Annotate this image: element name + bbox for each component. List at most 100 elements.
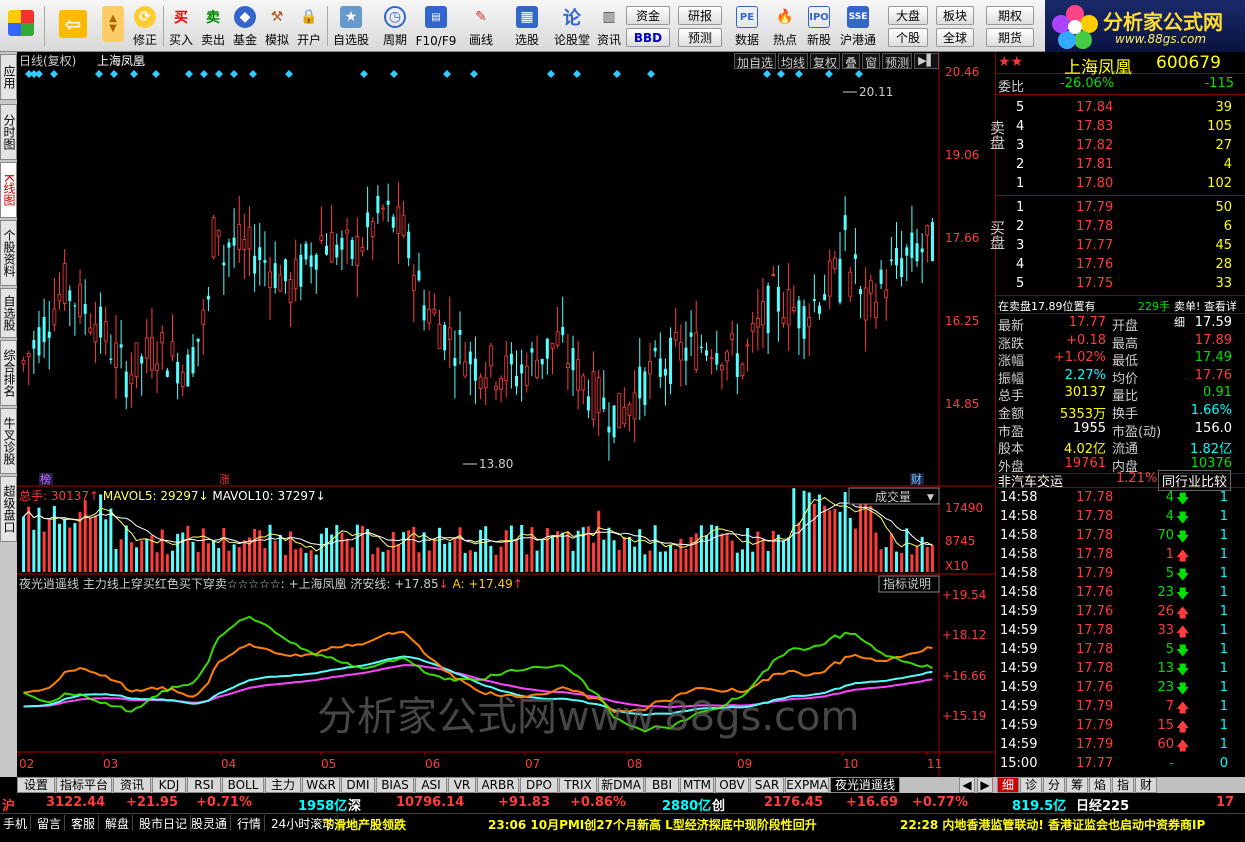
kline-chart-svg[interactable]: 分析家公式网www.88gs.com 日线(复权) 上海凤凰 20.46 19.…: [17, 52, 995, 777]
status-button[interactable]: 手机: [0, 815, 32, 831]
ma-button[interactable]: 均线: [778, 53, 809, 70]
status-button[interactable]: 股市日记: [136, 815, 192, 831]
indicator-tab[interactable]: 新DMA: [598, 777, 644, 793]
indicator-tab[interactable]: BBI: [645, 777, 679, 793]
indicator-tab[interactable]: RSI: [187, 777, 221, 793]
big-order-notice[interactable]: 在卖盘17.89位置有 229手 卖单! 查看详细: [996, 296, 1245, 329]
simulate-button[interactable]: ⚒ 模拟: [260, 2, 294, 50]
market-button[interactable]: 大盘: [888, 6, 928, 25]
bbd-button[interactable]: BBD: [626, 28, 670, 47]
f10-button[interactable]: ▤ F10/F9: [416, 2, 456, 50]
windows-logo-button[interactable]: [4, 2, 38, 50]
sector-name[interactable]: 非汽车交运: [998, 471, 1063, 490]
compare-button[interactable]: 同行业比较: [1158, 470, 1232, 491]
cy-value[interactable]: 2176.45: [764, 795, 823, 810]
sell-level-row[interactable]: 1 17.80 102: [996, 176, 1245, 195]
indicator-tab[interactable]: W&R: [302, 777, 340, 793]
sector-button[interactable]: 板块: [936, 6, 974, 25]
tab-apps[interactable]: 应用: [0, 54, 17, 100]
sell-button[interactable]: 卖 卖出: [196, 2, 230, 50]
hot-button[interactable]: 🔥 热点: [768, 2, 802, 50]
nikkei-value[interactable]: 17: [1216, 795, 1234, 810]
tab-intraday[interactable]: 分时图: [0, 104, 17, 160]
capital-button[interactable]: 资金: [626, 6, 670, 25]
quote-mini-tab[interactable]: 诊: [1020, 777, 1042, 793]
sz-value[interactable]: 10796.14: [396, 795, 464, 810]
status-button[interactable]: 解盘: [102, 815, 134, 831]
indicator-tab[interactable]: SAR: [750, 777, 784, 793]
page-up-down-button[interactable]: ▲ ▼: [96, 2, 130, 50]
refresh-button[interactable]: ⟳ 修正: [128, 2, 162, 50]
indicator-help-button[interactable]: 指标说明: [883, 576, 931, 591]
tab-stock-info[interactable]: 个股资料: [0, 220, 17, 286]
marker-finance[interactable]: 财: [911, 472, 922, 486]
scroll-left-icon[interactable]: ◀: [959, 777, 975, 793]
indicator-tab[interactable]: DPO: [520, 777, 558, 793]
indicator-tab[interactable]: MTM: [680, 777, 714, 793]
watchlist-button[interactable]: ★ 自选股: [332, 2, 370, 50]
quote-mini-tab[interactable]: 分: [1043, 777, 1065, 793]
data-button[interactable]: PE 数据: [730, 2, 764, 50]
sell-level-row[interactable]: 5 17.84 39: [996, 100, 1245, 119]
quote-mini-tab[interactable]: 细: [997, 777, 1019, 793]
expand-icon[interactable]: ▶▌: [914, 53, 940, 69]
indicator-tab[interactable]: EXPMA: [785, 777, 829, 793]
research-button[interactable]: 研报: [678, 6, 722, 25]
sell-level-row[interactable]: 2 17.81 4: [996, 157, 1245, 176]
buy-level-row[interactable]: 1 17.79 50: [996, 200, 1245, 219]
indicator-tab[interactable]: 指标平台: [56, 777, 112, 793]
open-account-button[interactable]: 🔒 开户: [292, 2, 326, 50]
forecast-chart-button[interactable]: 预测: [882, 53, 913, 70]
indicator-tab[interactable]: 夜光逍遥线: [830, 777, 900, 793]
period-button[interactable]: ◷ 周期: [378, 2, 412, 50]
quote-mini-tab[interactable]: 焰: [1089, 777, 1111, 793]
quote-mini-tab[interactable]: 指: [1112, 777, 1134, 793]
indicator-tab[interactable]: BOLL: [222, 777, 264, 793]
tab-watchlist[interactable]: 自选股: [0, 288, 17, 338]
indicator-tab[interactable]: ARBR: [477, 777, 519, 793]
indicator-tab[interactable]: TRIX: [559, 777, 597, 793]
volume-indicator-dropdown[interactable]: 成交量: [875, 489, 911, 504]
overlay-button[interactable]: 叠: [842, 53, 861, 70]
status-button[interactable]: 股灵通: [188, 815, 232, 831]
sh-value[interactable]: 3122.44: [46, 795, 105, 810]
fund-button[interactable]: ◆ 基金: [228, 2, 262, 50]
indicator-tab[interactable]: BIAS: [376, 777, 414, 793]
marker-rank[interactable]: 榜: [40, 472, 51, 486]
global-button[interactable]: 全球: [936, 28, 974, 47]
buy-level-row[interactable]: 4 17.76 28: [996, 257, 1245, 276]
buy-level-row[interactable]: 2 17.78 6: [996, 219, 1245, 238]
stock-screen-button[interactable]: ▦ 选股: [510, 2, 544, 50]
indicator-tab[interactable]: VR: [448, 777, 476, 793]
stock-button[interactable]: 个股: [888, 28, 928, 47]
news-ticker-2[interactable]: 23:06 10月PMI创27个月新高 L型经济探底中现阶段性回升: [488, 816, 817, 833]
indicator-tab[interactable]: DMI: [341, 777, 375, 793]
scroll-right-icon[interactable]: ▶: [977, 777, 993, 793]
add-watchlist-button[interactable]: 加自选: [734, 53, 777, 70]
indicator-tab[interactable]: 资讯: [113, 777, 151, 793]
news-button[interactable]: ▥ 资讯: [592, 2, 626, 50]
hk-connect-button[interactable]: SSE 沪港通: [838, 2, 878, 50]
window-button[interactable]: 窗: [862, 53, 881, 70]
forecast-button[interactable]: 预测: [678, 28, 722, 47]
buy-level-row[interactable]: 3 17.77 45: [996, 238, 1245, 257]
back-button[interactable]: ⇦: [56, 2, 90, 50]
sell-level-row[interactable]: 3 17.82 27: [996, 138, 1245, 157]
status-button[interactable]: 行情: [234, 815, 266, 831]
options-button[interactable]: 期权: [986, 6, 1034, 25]
tab-diagnosis[interactable]: 牛叉诊股: [0, 408, 17, 474]
news-ticker-1[interactable]: 下滑地产股领跌: [322, 816, 406, 833]
indicator-tab[interactable]: ASI: [415, 777, 447, 793]
quote-mini-tab[interactable]: 财: [1135, 777, 1157, 793]
indicator-tab[interactable]: KDJ: [152, 777, 186, 793]
indicator-tab[interactable]: OBV: [715, 777, 749, 793]
adjust-button[interactable]: 复权: [810, 53, 841, 70]
sell-level-row[interactable]: 4 17.83 105: [996, 119, 1245, 138]
new-stock-button[interactable]: IPO 新股: [802, 2, 836, 50]
indicator-tab[interactable]: 设置: [17, 777, 55, 793]
buy-button[interactable]: 买 买入: [164, 2, 198, 50]
indicator-tab[interactable]: 主力: [265, 777, 301, 793]
news-ticker-3[interactable]: 22:28 内地香港监管联动! 香港证监会也启动中资券商IP: [900, 816, 1245, 833]
status-button[interactable]: 留言: [34, 815, 66, 831]
status-button[interactable]: 客服: [68, 815, 100, 831]
